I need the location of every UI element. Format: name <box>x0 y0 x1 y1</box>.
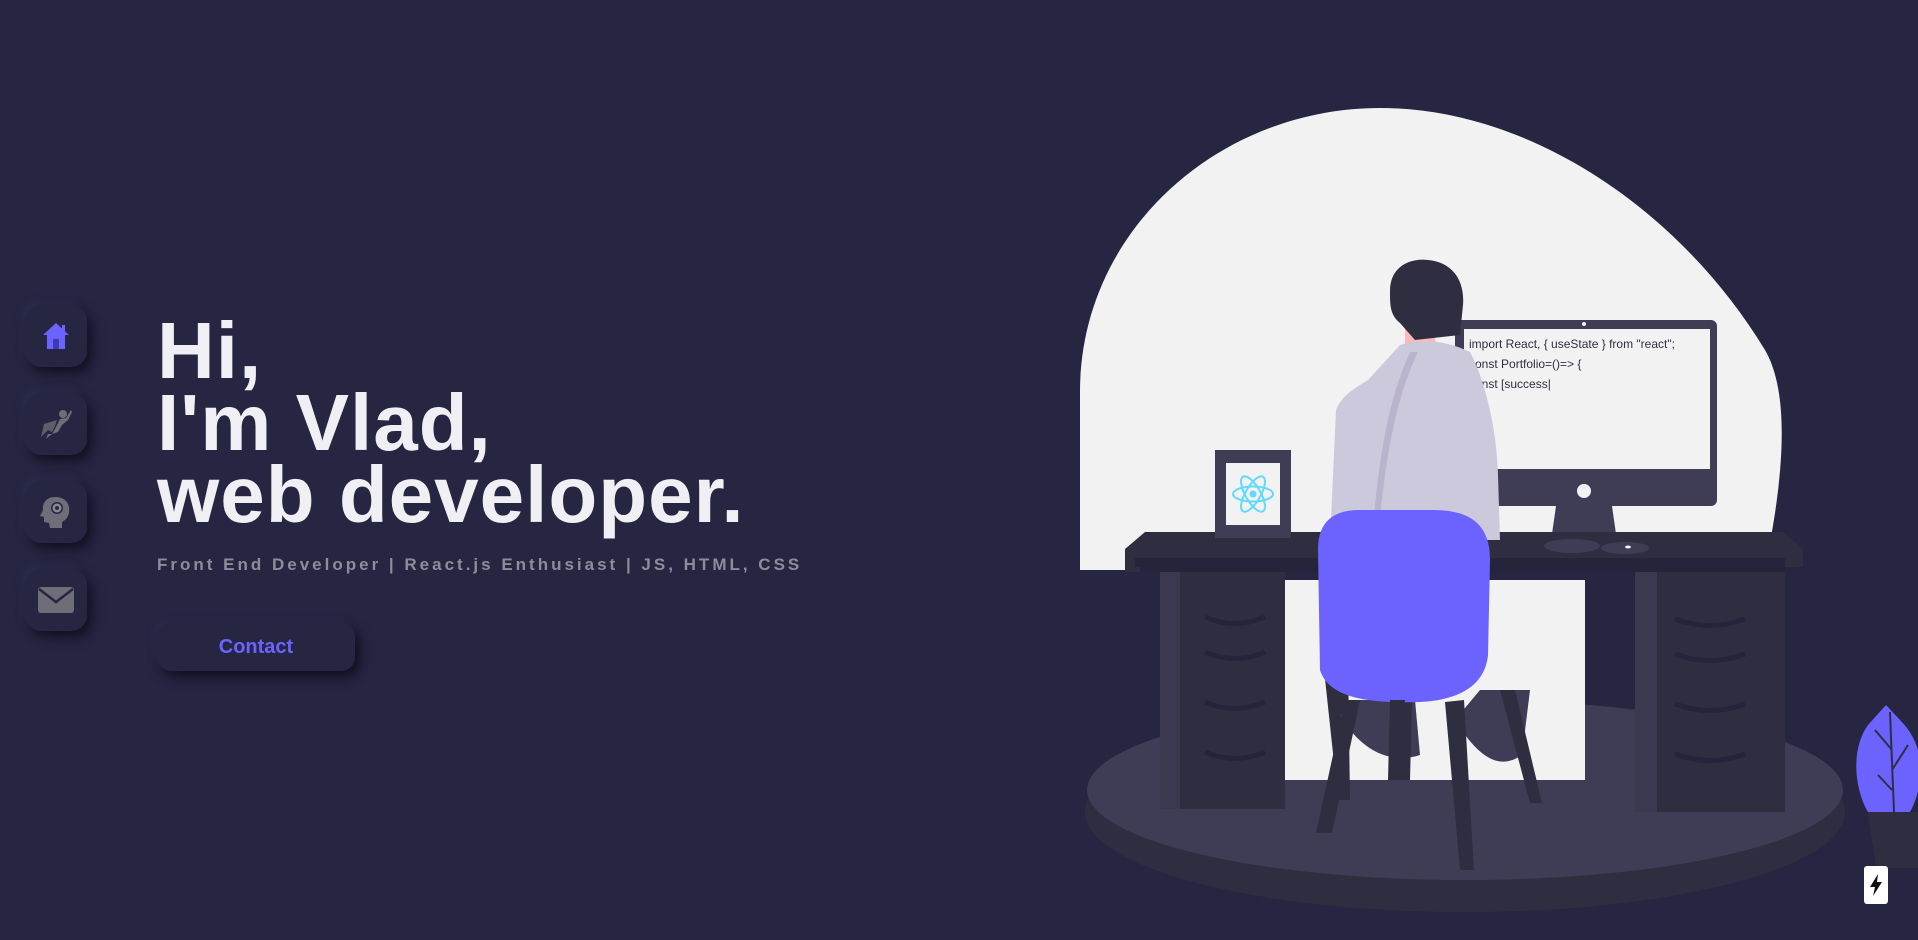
potted-plant <box>1856 705 1918 868</box>
right-drawers <box>1635 572 1785 812</box>
nav-projects-button[interactable] <box>25 393 87 455</box>
code-line-1: import React, { useState } from "react"; <box>1469 337 1675 351</box>
home-icon <box>43 323 69 349</box>
hero-role: web developer. <box>157 450 745 539</box>
nav-skills-button[interactable] <box>25 481 87 543</box>
superhero-icon <box>41 410 72 439</box>
left-drawers <box>1160 572 1285 809</box>
nav-contact-button[interactable] <box>25 569 87 631</box>
hero-section: Hi, I'm Vlad, web developer. Front End D… <box>157 306 803 575</box>
side-navigation <box>25 305 89 657</box>
nav-home-button[interactable] <box>25 305 87 367</box>
developer-illustration: import React, { useState } from "react";… <box>1080 108 1918 912</box>
hero-name: I'm Vlad, <box>157 378 492 467</box>
lightning-button[interactable] <box>1864 866 1888 904</box>
code-line-2: const Portfolio=()=> { <box>1469 357 1581 371</box>
hero-greeting: Hi, <box>157 306 263 395</box>
react-photo-frame <box>1215 450 1291 538</box>
envelope-icon <box>38 587 74 613</box>
contact-button[interactable]: Contact <box>157 623 355 671</box>
hero-heading: Hi, I'm Vlad, web developer. <box>157 306 802 539</box>
head-gear-icon <box>40 497 70 528</box>
hero-subtitle: Front End Developer | React.js Enthusias… <box>157 555 803 574</box>
lightning-bolt-icon <box>1870 874 1882 896</box>
